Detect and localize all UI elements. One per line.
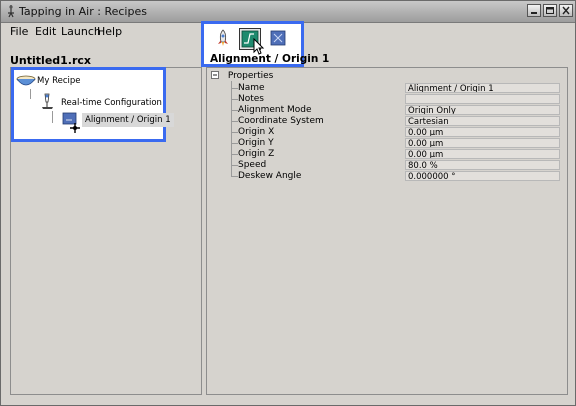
property-row-origin-y: Origin Y 0.00 µm — [207, 138, 567, 149]
row-connector — [231, 88, 238, 89]
property-value[interactable]: 0.00 µm — [405, 127, 560, 137]
tree-item-configuration[interactable]: Real-time Configuration — [39, 92, 162, 113]
row-connector — [231, 165, 238, 166]
property-label: Origin Z — [238, 149, 275, 159]
property-value[interactable]: 80.0 % — [405, 160, 560, 170]
properties-header[interactable]: Properties — [211, 71, 273, 81]
maximize-icon — [546, 7, 554, 14]
window-title: Tapping in Air : Recipes — [19, 5, 147, 18]
property-value[interactable]: Origin Only — [405, 105, 560, 115]
tree-item-configuration-label: Real-time Configuration — [61, 98, 162, 108]
property-row-deskew-angle: Deskew Angle 0.000000 ° — [207, 171, 567, 182]
row-connector — [231, 110, 238, 111]
tree-item-alignment[interactable]: Alignment / Origin 1 — [62, 112, 174, 137]
property-label: Origin X — [238, 127, 275, 137]
property-row-notes: Notes — [207, 94, 567, 105]
menu-file[interactable]: File — [10, 25, 28, 38]
launch-button[interactable] — [213, 28, 235, 50]
toolbar-caption: Alignment / Origin 1 — [210, 53, 330, 65]
minimize-button[interactable] — [527, 4, 541, 17]
toolbar: Alignment / Origin 1 — [201, 21, 329, 67]
close-button[interactable] — [559, 4, 573, 17]
application-window: Tapping in Air : Recipes File Edit Launc… — [0, 0, 576, 406]
property-label: Alignment Mode — [238, 105, 312, 115]
recipe-step-button[interactable] — [268, 28, 290, 50]
property-label: Name — [238, 83, 265, 93]
row-connector — [231, 154, 238, 155]
alignment-target-icon — [62, 112, 80, 133]
property-row-coordinate-system: Coordinate System Cartesian — [207, 116, 567, 127]
property-row-speed: Speed 80.0 % — [207, 160, 567, 171]
row-connector — [231, 132, 238, 133]
recipe-icon — [270, 30, 286, 46]
property-row-origin-x: Origin X 0.00 µm — [207, 127, 567, 138]
menu-help[interactable]: Help — [97, 25, 122, 38]
tree-item-root-label: My Recipe — [37, 76, 81, 86]
tree-item-root[interactable]: My Recipe — [15, 73, 80, 92]
property-label: Coordinate System — [238, 116, 324, 126]
bowl-icon — [16, 75, 36, 86]
row-connector — [231, 143, 238, 144]
tree-connector — [52, 111, 53, 123]
menu-edit[interactable]: Edit — [35, 25, 56, 38]
property-value[interactable]: Alignment / Origin 1 — [405, 83, 560, 93]
row-connector — [231, 176, 238, 177]
property-row-alignment-mode: Alignment Mode Origin Only — [207, 105, 567, 116]
recipe-tree: My Recipe Real-time Configuration Alignm… — [11, 67, 174, 142]
property-row-name: Name Alignment / Origin 1 — [207, 83, 567, 94]
property-value[interactable]: 0.00 µm — [405, 149, 560, 159]
row-connector — [231, 99, 238, 100]
property-value[interactable]: Cartesian — [405, 116, 560, 126]
property-value[interactable]: 0.000000 ° — [405, 171, 560, 181]
property-value[interactable]: 0.00 µm — [405, 138, 560, 148]
tree-connector — [30, 89, 31, 99]
menu-launch[interactable]: Launch — [61, 25, 101, 38]
property-label: Speed — [238, 160, 267, 170]
close-icon — [562, 6, 570, 15]
tree-item-alignment-label: Alignment / Origin 1 — [82, 113, 174, 127]
maximize-button[interactable] — [543, 4, 557, 17]
property-label: Notes — [238, 94, 264, 104]
title-bar[interactable]: Tapping in Air : Recipes — [1, 1, 575, 23]
microscope-icon — [42, 93, 53, 109]
property-label: Deskew Angle — [238, 171, 302, 181]
properties-panel: Properties Name Alignment / Origin 1 Not… — [206, 67, 568, 395]
property-row-origin-z: Origin Z 0.00 µm — [207, 149, 567, 160]
minimize-icon — [531, 12, 537, 14]
properties-title: Properties — [227, 71, 274, 81]
file-name-label: Untitled1.rcx — [10, 54, 92, 67]
property-value[interactable] — [405, 94, 560, 104]
row-connector — [231, 121, 238, 122]
rocket-icon — [218, 29, 228, 46]
collapse-icon — [211, 71, 219, 79]
property-label: Origin Y — [238, 138, 274, 148]
app-icon — [8, 5, 14, 18]
